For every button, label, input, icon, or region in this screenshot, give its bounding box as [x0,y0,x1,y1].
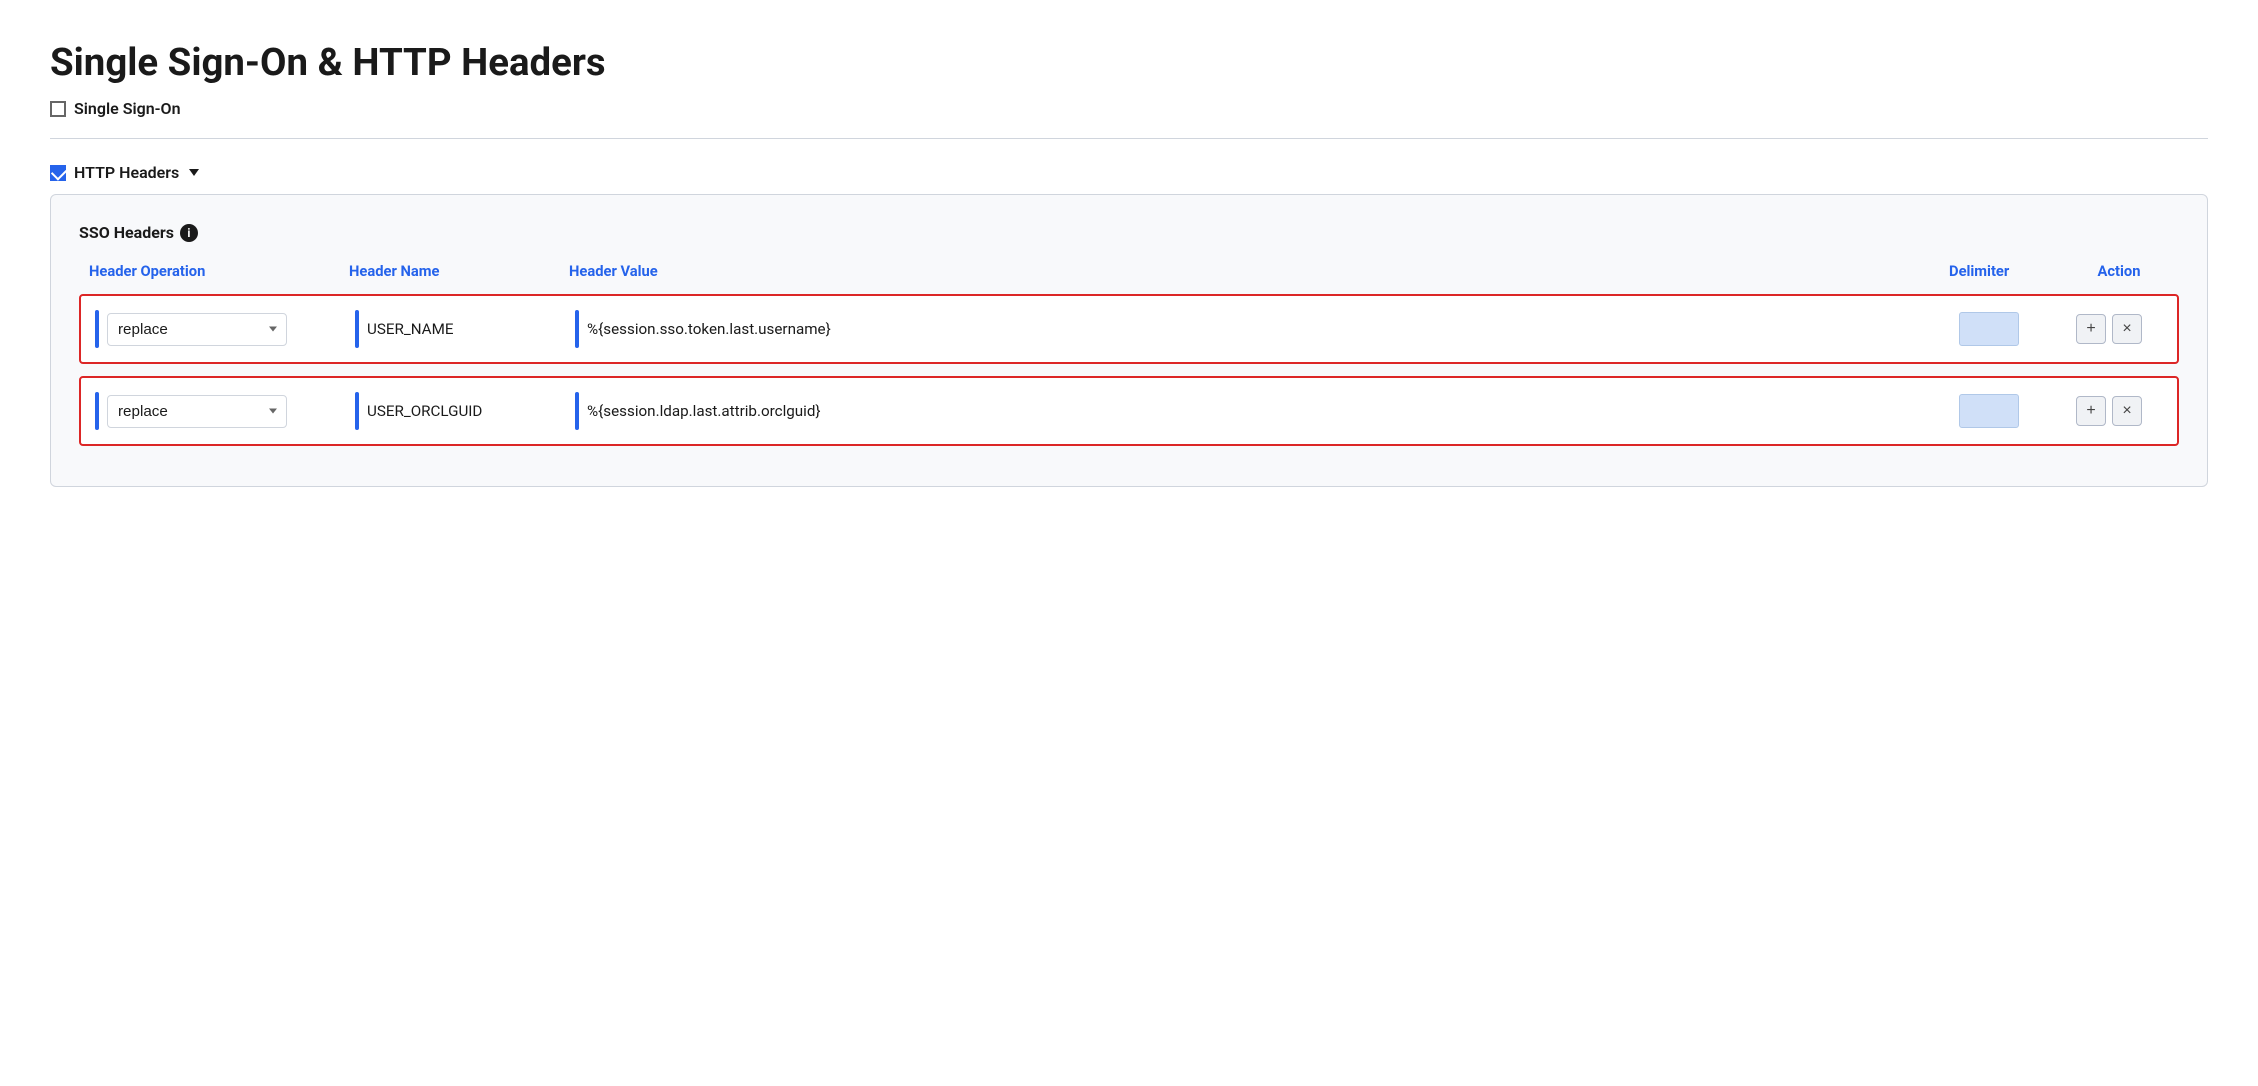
col-header-action: Action [2059,256,2179,286]
http-headers-table-container: SSO Headers i Header Operation Header Na… [50,194,2208,487]
row1-value-cell: %{session.sso.token.last.username} [569,306,1929,352]
http-headers-section: HTTP Headers SSO Headers i Header Operat… [50,163,2208,487]
table-header-row: Header Operation Header Name Header Valu… [79,256,2179,294]
sso-label: Single Sign-On [74,99,181,118]
row2-operation-cell: replace insert remove [89,388,349,434]
row1-header-value: %{session.sso.token.last.username} [587,320,831,338]
row2-action-cell: + × [2049,392,2169,430]
col-header-name: Header Name [339,256,559,286]
sso-headers-label: SSO Headers [79,223,174,242]
col-header-value: Header Value [559,256,1939,286]
row2-add-button[interactable]: + [2076,396,2106,426]
row1-operation-cell: replace insert remove [89,306,349,352]
row1-operation-select[interactable]: replace insert remove [107,313,287,346]
section-divider [50,138,2208,139]
row2-operation-select[interactable]: replace insert remove [107,395,287,428]
row2-remove-button[interactable]: × [2112,396,2142,426]
sso-checkbox-label[interactable]: Single Sign-On [50,99,2208,118]
chevron-down-icon [189,169,199,176]
col-header-delimiter: Delimiter [1939,256,2059,286]
http-headers-label[interactable]: HTTP Headers [50,163,2208,182]
row1-add-button[interactable]: + [2076,314,2106,344]
row1-remove-button[interactable]: × [2112,314,2142,344]
row1-name-divider [355,310,359,348]
sso-checkbox[interactable] [50,101,66,117]
sso-headers-title: SSO Headers i [79,223,2179,242]
row2-delimiter-cell [1929,390,2049,432]
row1-select-wrapper: replace insert remove [107,313,287,346]
row2-header-value: %{session.ldap.last.attrib.orclguid} [587,402,821,420]
row2-value-divider [575,392,579,430]
row2-name-divider [355,392,359,430]
row1-left-divider [95,310,99,348]
row1-delimiter-box[interactable] [1959,312,2019,346]
row2-select-wrapper: replace insert remove [107,395,287,428]
col-header-operation: Header Operation [79,256,339,286]
row1-header-name: USER_NAME [367,320,453,338]
page-title: Single Sign-On & HTTP Headers [50,40,2208,85]
sso-section: Single Sign-On [50,99,2208,118]
row2-header-name: USER_ORCLGUID [367,402,482,420]
row2-delimiter-box[interactable] [1959,394,2019,428]
row2-value-cell: %{session.ldap.last.attrib.orclguid} [569,388,1929,434]
row2-name-cell: USER_ORCLGUID [349,388,569,434]
row1-value-divider [575,310,579,348]
row1-delimiter-cell [1929,308,2049,350]
table-row: replace insert remove USER_ORCLGUID %{se… [79,376,2179,446]
sso-headers-table: Header Operation Header Name Header Valu… [79,256,2179,446]
info-icon[interactable]: i [180,224,198,242]
http-headers-text: HTTP Headers [74,163,179,182]
row1-action-cell: + × [2049,310,2169,348]
row1-name-cell: USER_NAME [349,306,569,352]
table-row: replace insert remove USER_NAME %{sessio… [79,294,2179,364]
row2-left-divider [95,392,99,430]
http-headers-checkbox[interactable] [50,165,66,181]
